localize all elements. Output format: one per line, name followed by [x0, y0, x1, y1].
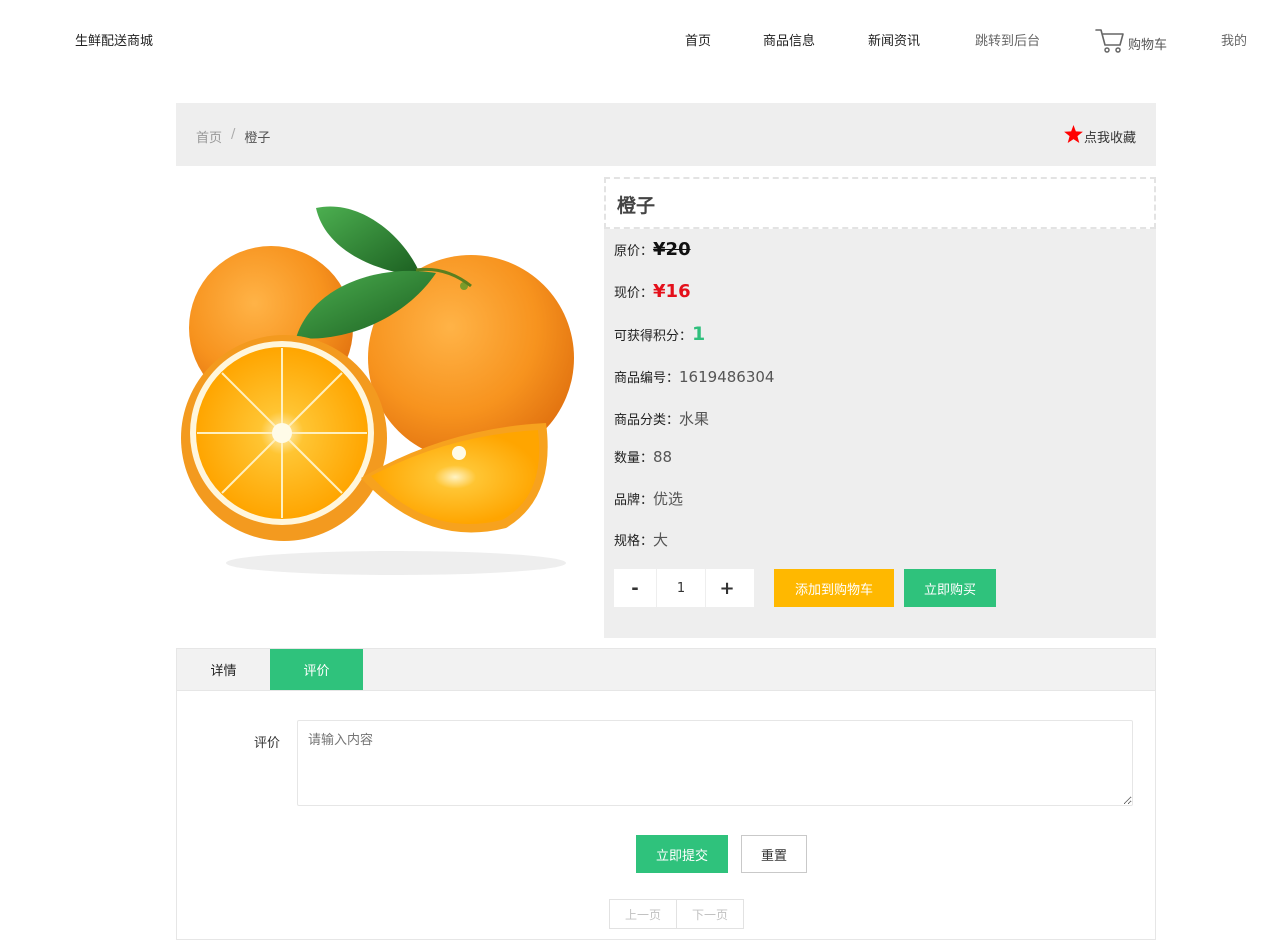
reset-button[interactable]: 重置 [741, 835, 807, 873]
next-page-button[interactable]: 下一页 [676, 900, 743, 928]
current-price: ¥16 [653, 281, 691, 302]
product-code-label: 商品编号： [614, 371, 680, 386]
original-price-row: 原价： ¥20 [614, 239, 691, 260]
brand-label: 品牌： [614, 493, 654, 508]
submit-review-button[interactable]: 立即提交 [636, 835, 728, 873]
nav-mine[interactable]: 我的 [1221, 30, 1247, 49]
prev-page-button[interactable]: 上一页 [610, 900, 676, 928]
points-value: 1 [692, 323, 706, 345]
star-icon [1064, 125, 1084, 147]
nav-cart[interactable]: 购物车 [1095, 24, 1167, 54]
product-title: 橙子 [617, 195, 656, 217]
product-info-panel: 橙子 原价： ¥20 现价： ¥16 可获得积分： 1 商品编号： 161948… [604, 177, 1156, 638]
product-code: 1619486304 [679, 368, 775, 386]
brand-value: 优选 [653, 490, 684, 508]
stock-row: 数量： 88 [614, 447, 672, 466]
stock-label: 数量： [614, 451, 654, 466]
quantity-minus-button[interactable]: - [614, 569, 656, 607]
review-textarea[interactable] [297, 720, 1133, 806]
cart-label: 购物车 [1128, 38, 1168, 53]
tab-details[interactable]: 详情 [177, 649, 270, 690]
category-row: 商品分类： 水果 [614, 408, 709, 429]
site-brand[interactable]: 生鲜配送商城 [75, 30, 153, 49]
tab-reviews[interactable]: 评价 [270, 649, 363, 690]
points-row: 可获得积分： 1 [614, 323, 705, 345]
shopping-cart-icon [1095, 28, 1125, 54]
nav-home[interactable]: 首页 [685, 30, 711, 49]
quantity-stepper: - 1 + [614, 569, 754, 607]
original-price-label: 原价： [614, 244, 654, 259]
current-price-row: 现价： ¥16 [614, 281, 691, 302]
top-header: 生鲜配送商城 首页 商品信息 新闻资讯 跳转到后台 购物车 我的 [0, 0, 1277, 78]
nav-news[interactable]: 新闻资讯 [868, 30, 920, 49]
add-to-cart-button[interactable]: 添加到购物车 [774, 569, 894, 607]
breadcrumb-home[interactable]: 首页 [196, 127, 222, 146]
nav-admin[interactable]: 跳转到后台 [975, 30, 1040, 49]
favorite-button[interactable]: 点我收藏 [1064, 125, 1136, 147]
product-title-box: 橙子 [604, 177, 1156, 229]
breadcrumb-current: 橙子 [244, 131, 271, 146]
product-code-row: 商品编号： 1619486304 [614, 367, 774, 386]
category-value: 水果 [679, 410, 710, 428]
tabs-panel: 详情 评价 评价 立即提交 重置 上一页 下一页 [176, 648, 1156, 940]
spec-label: 规格： [614, 534, 654, 549]
brand-row: 品牌： 优选 [614, 488, 683, 509]
nav-products[interactable]: 商品信息 [763, 30, 815, 49]
pagination: 上一页 下一页 [609, 899, 744, 929]
breadcrumb-bar: 首页 / 橙子 点我收藏 [176, 103, 1156, 166]
favorite-label: 点我收藏 [1083, 130, 1136, 146]
breadcrumb: 首页 / 橙子 [196, 127, 270, 146]
tab-bar: 详情 评价 [177, 649, 1155, 691]
current-price-label: 现价： [614, 286, 654, 301]
spec-value: 大 [653, 531, 669, 549]
buy-now-button[interactable]: 立即购买 [904, 569, 996, 607]
product-image [176, 178, 586, 588]
points-label: 可获得积分： [614, 329, 693, 344]
quantity-input[interactable]: 1 [656, 569, 706, 607]
review-label: 评价 [254, 736, 281, 751]
breadcrumb-separator: / [231, 127, 236, 142]
stock-value: 88 [653, 448, 673, 466]
original-price: ¥20 [653, 239, 691, 260]
category-label: 商品分类： [614, 413, 680, 428]
spec-row: 规格： 大 [614, 529, 668, 550]
quantity-plus-button[interactable]: + [706, 569, 748, 607]
